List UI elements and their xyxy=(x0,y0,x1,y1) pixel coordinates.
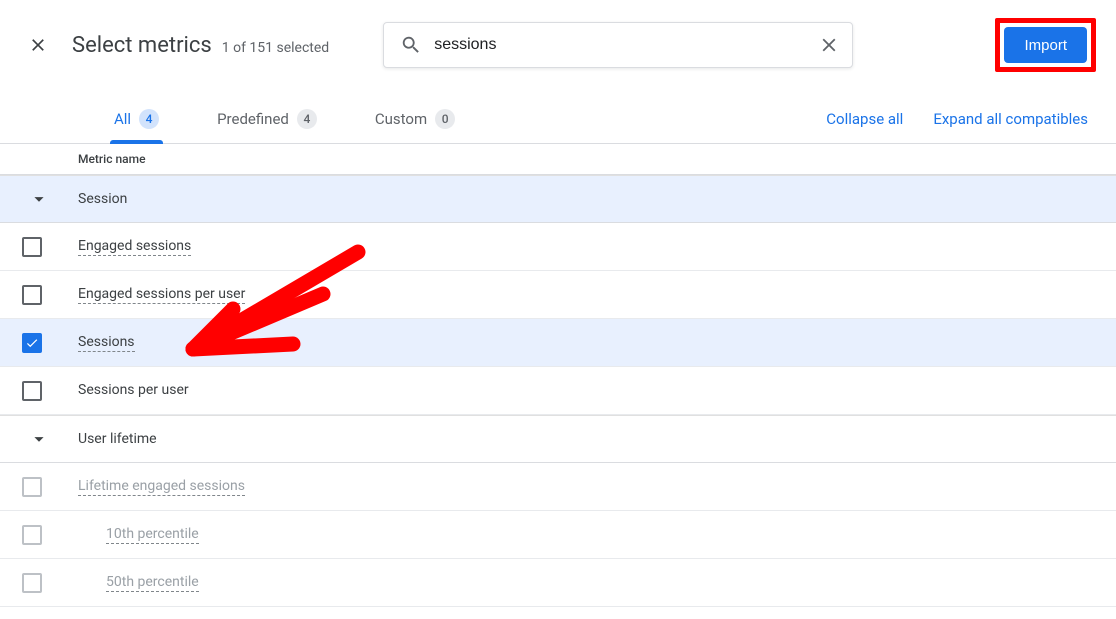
tab-custom-count: 0 xyxy=(435,109,455,129)
tab-predefined-count: 4 xyxy=(297,109,317,129)
group-session[interactable]: Session xyxy=(0,175,1116,223)
list-column-header: Metric name xyxy=(0,144,1116,175)
metric-label: 50th percentile xyxy=(106,574,199,592)
search-icon xyxy=(400,34,422,56)
checkbox-lifetime-engaged-sessions xyxy=(22,477,42,497)
checkbox-50th-percentile xyxy=(22,573,42,593)
dialog-title: Select metrics xyxy=(72,33,212,58)
group-session-label: Session xyxy=(78,191,127,207)
checkbox-engaged-sessions-per-user[interactable] xyxy=(22,285,42,305)
collapse-all-link[interactable]: Collapse all xyxy=(826,110,903,128)
tab-all-count: 4 xyxy=(139,109,159,129)
metric-row-10th-percentile: 10th percentile xyxy=(0,511,1116,559)
import-button[interactable]: Import xyxy=(1004,27,1087,63)
metric-row-50th-percentile: 50th percentile xyxy=(0,559,1116,607)
metric-row-engaged-sessions[interactable]: Engaged sessions xyxy=(0,223,1116,271)
search-field[interactable] xyxy=(383,22,853,68)
checkbox-sessions-per-user[interactable] xyxy=(22,381,42,401)
expand-all-link[interactable]: Expand all compatibles xyxy=(933,110,1088,128)
group-user-lifetime-label: User lifetime xyxy=(78,431,157,447)
selection-count: 1 of 151 selected xyxy=(222,40,329,56)
tab-custom-label: Custom xyxy=(375,110,427,128)
tab-all-label: All xyxy=(114,110,131,128)
metric-label: Engaged sessions per user xyxy=(78,286,245,304)
metric-row-sessions[interactable]: Sessions xyxy=(0,319,1116,367)
metric-label: Sessions xyxy=(78,334,135,352)
close-icon[interactable] xyxy=(28,35,48,55)
chevron-down-icon xyxy=(28,428,52,450)
metric-row-engaged-sessions-per-user[interactable]: Engaged sessions per user xyxy=(0,271,1116,319)
metric-label: Engaged sessions xyxy=(78,238,191,256)
tab-all[interactable]: All 4 xyxy=(100,94,173,143)
checkbox-sessions[interactable] xyxy=(22,333,42,353)
clear-search-icon[interactable] xyxy=(818,34,840,56)
group-user-lifetime[interactable]: User lifetime xyxy=(0,415,1116,463)
import-highlight-annotation: Import xyxy=(995,18,1096,72)
chevron-down-icon xyxy=(28,188,52,210)
tab-predefined-label: Predefined xyxy=(217,110,289,128)
metric-row-lifetime-engaged-sessions: Lifetime engaged sessions xyxy=(0,463,1116,511)
metric-label: Lifetime engaged sessions xyxy=(78,478,245,496)
tab-custom[interactable]: Custom 0 xyxy=(361,94,469,143)
tab-predefined[interactable]: Predefined 4 xyxy=(203,94,331,143)
metric-label: Sessions per user xyxy=(78,382,189,399)
checkbox-engaged-sessions[interactable] xyxy=(22,237,42,257)
checkbox-10th-percentile xyxy=(22,525,42,545)
metric-row-sessions-per-user[interactable]: Sessions per user xyxy=(0,367,1116,415)
search-input[interactable] xyxy=(434,36,818,54)
metric-label: 10th percentile xyxy=(106,526,199,544)
